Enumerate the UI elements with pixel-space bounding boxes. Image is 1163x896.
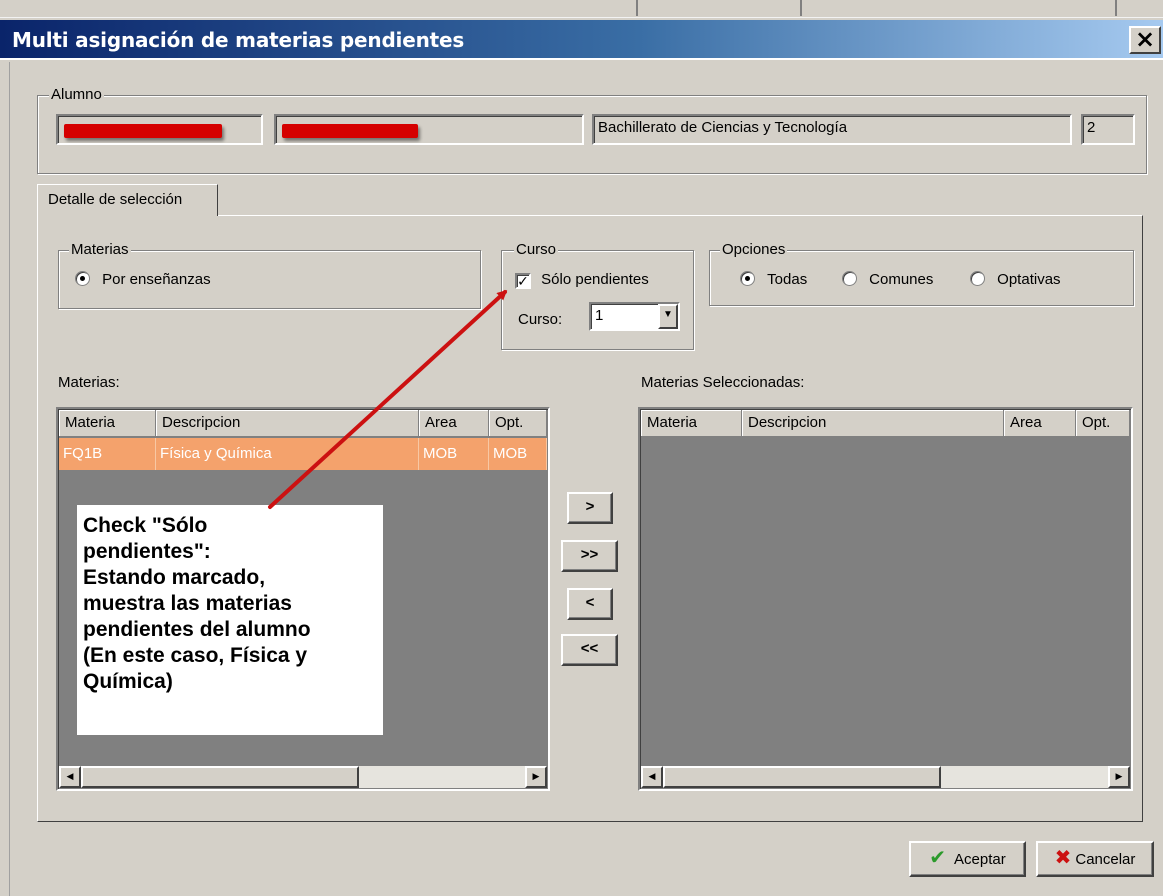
cross-icon: ✖: [1054, 847, 1072, 869]
cancel-label: Cancelar: [1075, 851, 1136, 868]
annotation-arrow: [268, 289, 508, 509]
cancel-button[interactable]: ✖ Cancelar: [1036, 841, 1154, 877]
accept-button[interactable]: ✔ Aceptar: [909, 841, 1026, 877]
accept-label: Aceptar: [954, 851, 1006, 868]
checkmark-icon: ✔: [929, 847, 947, 869]
arrow-line: [268, 289, 508, 509]
